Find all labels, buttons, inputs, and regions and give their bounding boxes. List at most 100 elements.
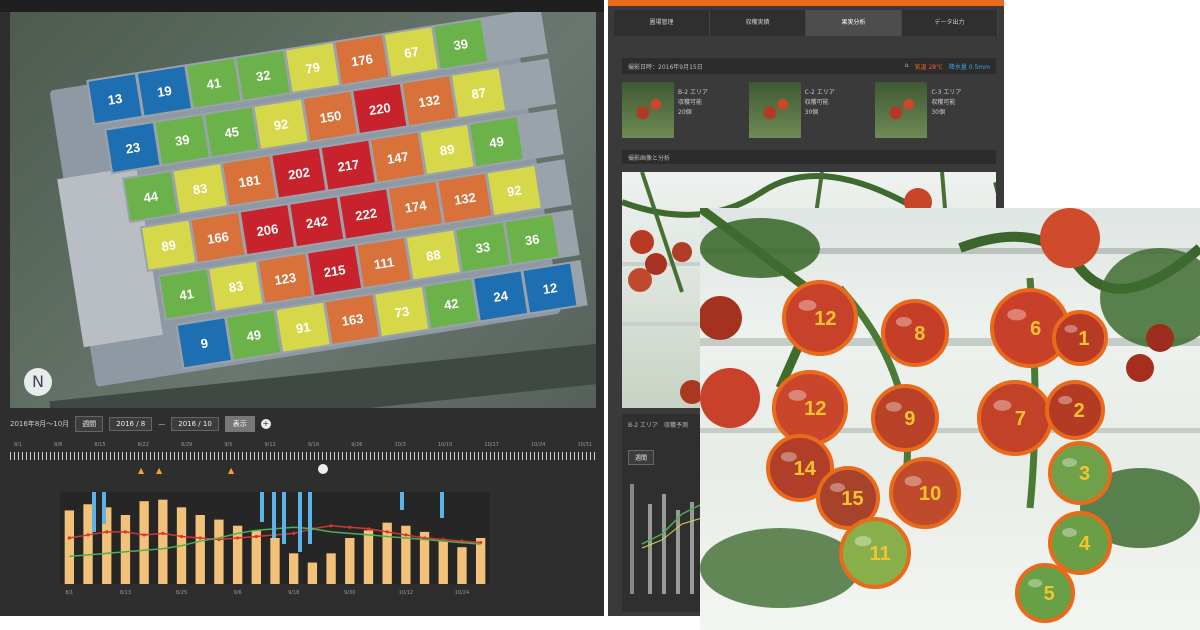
series-point[interactable] <box>348 525 352 529</box>
grid-cell[interactable]: 89 <box>142 220 196 270</box>
grid-cell[interactable]: 42 <box>424 279 478 329</box>
warning-icon[interactable]: ▲ <box>138 466 144 475</box>
grid-cell[interactable]: 13 <box>88 74 142 124</box>
rain-bar[interactable] <box>298 492 302 552</box>
tab-export[interactable]: データ出力 <box>902 10 998 36</box>
grid-cell[interactable]: 147 <box>371 132 425 182</box>
grid-cell[interactable]: 83 <box>209 261 263 311</box>
grid-cell[interactable]: 150 <box>303 91 357 141</box>
grid-cell[interactable]: 206 <box>240 205 294 254</box>
grid-cell[interactable]: 215 <box>308 246 362 295</box>
forecast-mode-select[interactable]: 週間 <box>628 450 655 465</box>
mode-select[interactable]: 週間 <box>75 416 104 432</box>
series-point[interactable] <box>142 533 146 537</box>
yield-bar[interactable] <box>289 553 299 584</box>
series-point[interactable] <box>86 533 90 537</box>
show-button[interactable]: 表示 <box>224 416 255 432</box>
tomato-detection[interactable]: 11 <box>839 517 911 589</box>
tab-harvest[interactable]: 収穫実績 <box>710 10 806 36</box>
series-point[interactable] <box>254 534 258 539</box>
grid-cell[interactable]: 67 <box>384 27 438 77</box>
grid-cell[interactable]: 163 <box>325 294 379 344</box>
grid-cell[interactable]: 87 <box>452 68 506 118</box>
grid-cell[interactable]: 202 <box>272 148 326 198</box>
series-point[interactable] <box>198 536 202 540</box>
grid-cell[interactable]: 73 <box>375 287 429 336</box>
thumbnail-item[interactable]: C-2 エリア 収穫可能 30個 <box>748 82 870 140</box>
grid-cell[interactable]: 132 <box>402 76 456 126</box>
grid-cell[interactable]: 32 <box>236 50 290 100</box>
grid-cell[interactable]: 91 <box>276 302 330 352</box>
grid-cell[interactable]: 39 <box>155 115 209 165</box>
warning-icon[interactable]: ▲ <box>156 466 162 475</box>
grid-cell[interactable]: 88 <box>406 230 460 280</box>
timeline-handle[interactable] <box>318 464 328 474</box>
grid-cell[interactable]: 217 <box>321 140 375 190</box>
series-point[interactable] <box>236 536 240 540</box>
grid-cell[interactable]: 123 <box>258 253 312 303</box>
series-point[interactable] <box>161 531 165 535</box>
yield-bar[interactable] <box>64 510 75 584</box>
grid-cell[interactable]: 166 <box>191 212 245 262</box>
date-from-select[interactable]: 2016 / 8 <box>109 417 153 431</box>
yield-bar[interactable] <box>195 515 205 584</box>
thumbnail-item[interactable]: C-3 エリア 収穫可能 30個 <box>875 82 996 140</box>
rain-bar[interactable] <box>308 492 312 544</box>
grid-cell[interactable]: 19 <box>137 66 191 116</box>
yield-bar[interactable] <box>83 504 93 584</box>
tomato-detection[interactable]: 7 <box>977 380 1053 456</box>
grid-cell[interactable]: 92 <box>487 166 541 215</box>
grid-cell[interactable]: 49 <box>227 310 281 360</box>
series-point[interactable] <box>105 530 109 534</box>
yield-bar[interactable] <box>139 501 149 584</box>
tomato-detection[interactable]: 8 <box>881 299 949 367</box>
grid-cell[interactable]: 181 <box>223 156 276 206</box>
yield-bar[interactable] <box>214 519 224 584</box>
add-icon[interactable]: + <box>260 419 271 429</box>
tomato-detection[interactable]: 10 <box>889 457 961 529</box>
grid-cell[interactable]: 132 <box>438 173 492 223</box>
tab-field[interactable]: 圃場管理 <box>614 10 710 36</box>
grid-cell[interactable]: 24 <box>474 271 528 321</box>
rain-bar[interactable] <box>102 492 106 524</box>
yield-bar[interactable] <box>363 530 374 584</box>
thumbnail-item[interactable]: B-2 エリア 収穫可能 20個 <box>622 82 743 140</box>
home-icon[interactable]: ⌂ <box>905 62 909 71</box>
grid-cell[interactable]: 23 <box>106 123 160 173</box>
yield-bar[interactable] <box>158 499 168 584</box>
tomato-thumbnail[interactable] <box>875 82 928 138</box>
series-point[interactable] <box>404 533 408 537</box>
grid-cell[interactable]: 176 <box>335 35 389 85</box>
grid-cell[interactable]: 111 <box>357 238 411 288</box>
grid-cell[interactable]: 92 <box>254 99 308 149</box>
yield-bar[interactable] <box>438 541 448 584</box>
grid-cell[interactable]: 41 <box>187 58 241 108</box>
rain-bar[interactable] <box>440 492 444 518</box>
grid-cell[interactable]: 174 <box>389 181 443 231</box>
timeline-slider[interactable]: 8/1 8/8 8/15 8/22 8/29 9/5 9/12 9/19 9/26 10/3 10/… <box>10 442 596 476</box>
series-point[interactable] <box>329 524 333 528</box>
grid-cell[interactable]: 79 <box>286 43 340 92</box>
tomato-detection[interactable]: 3 <box>1048 441 1112 505</box>
grid-cell[interactable]: 242 <box>290 197 344 247</box>
grid-cell[interactable]: 45 <box>205 107 259 157</box>
grid-cell[interactable]: 41 <box>159 269 213 319</box>
grid-cell[interactable]: 222 <box>339 189 393 239</box>
yield-bar[interactable] <box>457 547 467 584</box>
yield-bar[interactable] <box>251 530 261 584</box>
tomato-detection[interactable]: 2 <box>1045 380 1105 440</box>
grid-cell[interactable]: 33 <box>456 222 510 272</box>
tomato-detection[interactable]: 9 <box>871 384 939 452</box>
grid-cell[interactable]: 44 <box>124 171 178 221</box>
yield-bar[interactable] <box>120 515 131 584</box>
warning-icon[interactable]: ▲ <box>228 466 234 475</box>
tomato-detection[interactable]: 4 <box>1048 511 1112 575</box>
grid-cell[interactable]: 12 <box>523 263 577 313</box>
tomato-detection[interactable]: 5 <box>1015 563 1075 623</box>
series-point[interactable] <box>366 527 371 531</box>
grid-cell[interactable]: 49 <box>469 117 523 167</box>
grid-cell[interactable]: 89 <box>420 125 474 174</box>
tomato-detection[interactable]: 1 <box>1052 310 1108 366</box>
yield-bar[interactable] <box>307 562 318 584</box>
series-point[interactable] <box>385 530 389 534</box>
